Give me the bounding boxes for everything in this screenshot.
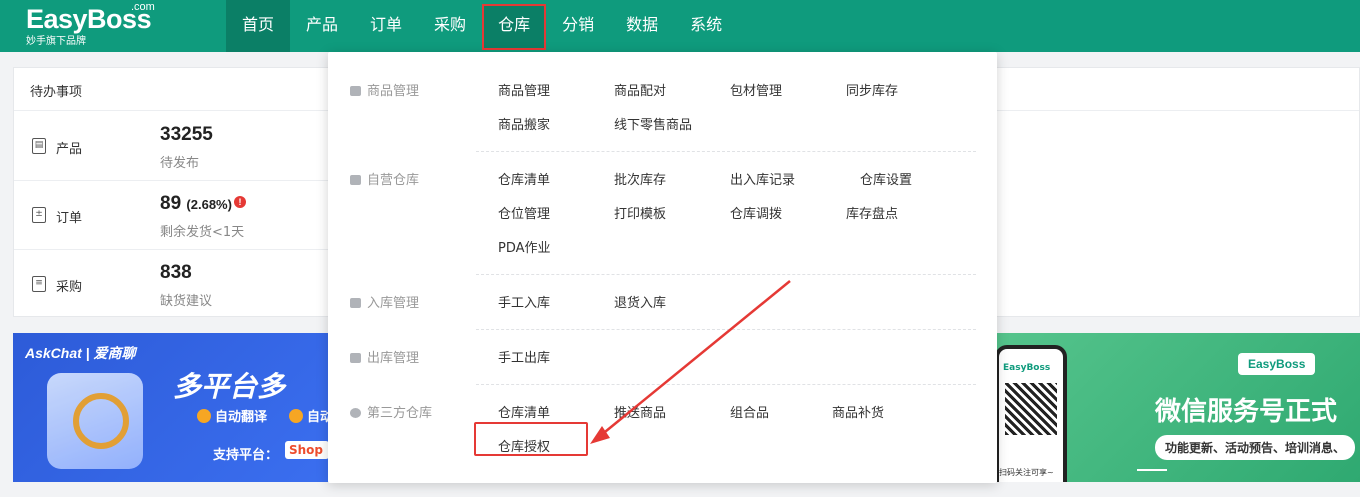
divider	[476, 384, 976, 385]
divider	[476, 329, 976, 330]
headset-illustration-icon	[47, 373, 143, 469]
pending-row-order[interactable]: ± 订单 89 (2.68%)! 剩余发货<1天	[14, 181, 334, 249]
divider	[476, 151, 976, 152]
nav-system[interactable]: 系统	[674, 0, 738, 52]
menu-item-push-products[interactable]: 推送商品	[614, 402, 666, 421]
menu-item-warehouse-transfer[interactable]: 仓库调拨	[730, 203, 782, 222]
logo[interactable]: EasyBoss .com 妙手旗下品牌	[26, 1, 155, 48]
menu-item-manual-outbound[interactable]: 手工出库	[498, 347, 550, 366]
row-desc: 待发布	[160, 156, 200, 171]
nav-purchase[interactable]: 采购	[418, 0, 482, 52]
logo-com: .com	[131, 1, 155, 13]
menu-item-product-pairing[interactable]: 商品配对	[614, 80, 666, 99]
main-nav: 首页 产品 订单 采购 仓库 分销 数据 系统	[226, 0, 738, 52]
menu-item-sync-stock[interactable]: 同步库存	[846, 80, 898, 99]
menu-item-batch-stock[interactable]: 批次库存	[614, 169, 666, 188]
top-nav-bar: EasyBoss .com 妙手旗下品牌 首页 产品 订单 采购 仓库 分销 数…	[0, 0, 1360, 52]
menu-item-product-management[interactable]: 商品管理	[498, 80, 550, 99]
banner-chip: 自动翻译	[193, 408, 273, 428]
globe-icon	[350, 408, 361, 418]
purchase-icon: ≡	[32, 276, 46, 292]
menu-item-warehouse-list[interactable]: 仓库清单	[498, 169, 550, 188]
carousel-indicator[interactable]	[1137, 469, 1167, 471]
nav-warehouse[interactable]: 仓库	[482, 4, 547, 50]
banner-badge: EasyBoss	[1238, 353, 1316, 375]
category-own-warehouse: 自营仓库	[350, 169, 419, 188]
category-product-management: 商品管理	[350, 80, 419, 99]
nav-data[interactable]: 数据	[610, 0, 674, 52]
menu-item-bundle[interactable]: 组合品	[730, 402, 769, 421]
order-rate: (2.68%)	[186, 197, 232, 212]
check-icon	[197, 409, 211, 423]
scan-text: 扫码关注可享~	[999, 468, 1054, 477]
menu-item-offline-retail[interactable]: 线下零售商品	[614, 114, 692, 133]
qr-code-icon	[1005, 383, 1057, 435]
order-icon: ±	[32, 207, 46, 223]
banner-title: 微信服务号正式	[1155, 397, 1338, 427]
menu-item-print-template[interactable]: 打印模板	[614, 203, 666, 222]
menu-item-return-inbound[interactable]: 退货入库	[614, 292, 666, 311]
box-in-icon	[350, 298, 361, 308]
menu-item-product-move[interactable]: 商品搬家	[498, 114, 550, 133]
row-label: 产品	[56, 142, 83, 157]
clipboard-icon	[350, 86, 361, 96]
category-outbound: 出库管理	[350, 347, 419, 366]
box-out-icon	[350, 353, 361, 363]
menu-item-packaging[interactable]: 包材管理	[730, 80, 782, 99]
menu-item-stocktake[interactable]: 库存盘点	[846, 203, 898, 222]
menu-item-pda[interactable]: PDA作业	[498, 237, 551, 256]
shopee-logo: Shop	[285, 441, 330, 459]
warning-icon: !	[233, 196, 246, 208]
row-value: 33255	[160, 124, 213, 145]
menu-item-location-management[interactable]: 仓位管理	[498, 203, 550, 222]
pending-row-product[interactable]: ▤ 产品 33255 待发布	[14, 112, 334, 180]
banner-headline: 多平台多	[173, 370, 286, 403]
product-icon: ▤	[32, 138, 46, 154]
row-value: 89 (2.68%)!	[160, 193, 246, 215]
check-icon	[289, 409, 303, 423]
divider	[476, 274, 976, 275]
menu-item-inout-records[interactable]: 出入库记录	[730, 169, 795, 188]
nav-distribution[interactable]: 分销	[546, 0, 610, 52]
category-third-party-warehouse: 第三方仓库	[350, 402, 432, 421]
row-desc: 缺货建议	[160, 294, 213, 309]
row-label: 采购	[56, 280, 83, 295]
banner-brand: AskChat | 爱商聊	[25, 345, 136, 361]
row-label: 订单	[56, 211, 83, 226]
askchat-banner[interactable]: AskChat | 爱商聊 多平台多 自动翻译 自动 支持平台： Shop	[13, 333, 343, 482]
menu-item-warehouse-settings[interactable]: 仓库设置	[860, 169, 912, 188]
phone-illustration: EasyBoss 扫码关注可享~	[997, 345, 1067, 482]
nav-products[interactable]: 产品	[290, 0, 354, 52]
highlight-box	[474, 422, 588, 456]
warehouse-dropdown-menu: 商品管理 商品管理 商品配对 包材管理 同步库存 商品搬家 线下零售商品 自营仓…	[328, 52, 997, 483]
category-inbound: 入库管理	[350, 292, 419, 311]
nav-home[interactable]: 首页	[226, 0, 291, 52]
row-desc: 剩余发货<1天	[160, 225, 245, 240]
menu-item-manual-inbound[interactable]: 手工入库	[498, 292, 550, 311]
banner-subtitle: 功能更新、活动预告、培训消息、	[1155, 435, 1356, 460]
row-value: 838	[160, 262, 192, 283]
nav-orders[interactable]: 订单	[354, 0, 418, 52]
logo-subtitle: 妙手旗下品牌	[26, 36, 86, 47]
home-icon	[350, 175, 361, 185]
platform-label: 支持平台：	[213, 448, 279, 463]
panel-title: 待办事项	[30, 85, 83, 100]
pending-row-purchase[interactable]: ≡ 采购 838 缺货建议	[14, 250, 334, 318]
menu-item-replenish[interactable]: 商品补货	[832, 402, 884, 421]
wechat-banner[interactable]: EasyBoss 扫码关注可享~ EasyBoss 微信服务号正式 功能更新、活…	[997, 333, 1360, 482]
menu-item-3pl-warehouse-list[interactable]: 仓库清单	[498, 402, 550, 421]
phone-brand: EasyBoss	[1003, 363, 1051, 373]
